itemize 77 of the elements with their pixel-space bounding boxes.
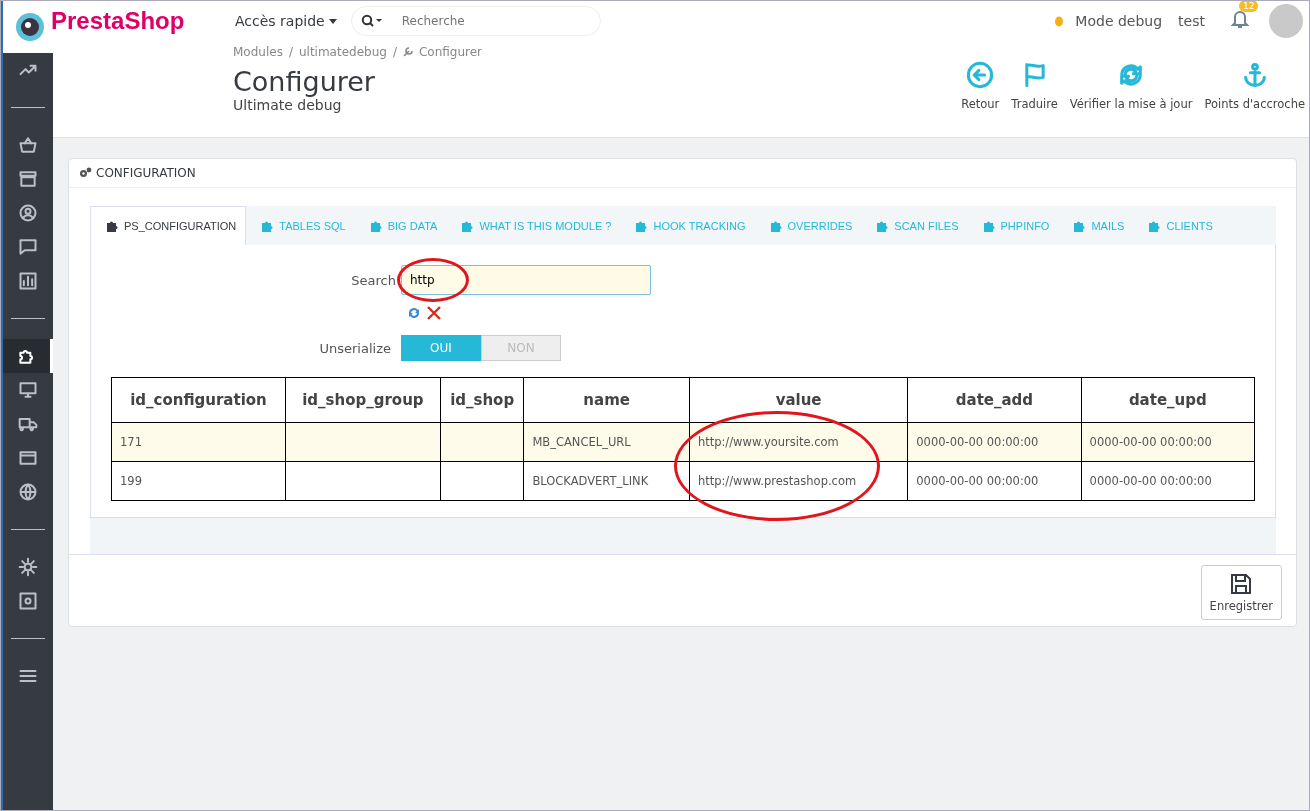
puzzle-icon bbox=[461, 219, 475, 232]
back-arrow-icon bbox=[966, 61, 995, 89]
tab[interactable]: PS_CONFIGURATION bbox=[90, 206, 247, 245]
page-title: Configurer bbox=[233, 67, 376, 97]
tab[interactable]: WHAT IS THIS MODULE ? bbox=[446, 206, 621, 245]
puzzle-icon bbox=[106, 220, 119, 232]
page-subtitle: Ultimate debug bbox=[233, 96, 342, 113]
globe-icon bbox=[18, 482, 38, 502]
table-cell: 0000-00-00 00:00:00 bbox=[916, 435, 1039, 449]
quick-access-menu[interactable]: Accès rapide bbox=[231, 13, 341, 29]
search-input[interactable]: http bbox=[401, 265, 651, 295]
table-cell: 0000-00-00 00:00:00 bbox=[1089, 474, 1212, 488]
breadcrumb-separator: / bbox=[392, 45, 397, 59]
chat-icon bbox=[18, 237, 38, 257]
column-header: date_add bbox=[907, 377, 1082, 423]
table-cell: BLOCKADVERT_LINK bbox=[532, 474, 649, 488]
puzzle-icon bbox=[261, 219, 275, 232]
wrench-icon bbox=[402, 47, 413, 57]
bell-icon[interactable] bbox=[1231, 9, 1249, 29]
breadcrumb-link[interactable]: Modules bbox=[233, 45, 283, 59]
monitor-icon bbox=[18, 380, 38, 400]
toolbar-button[interactable]: Traduire bbox=[1007, 61, 1062, 111]
breadcrumb-link[interactable]: ultimatedebug bbox=[298, 45, 387, 59]
tab[interactable]: HOOK TRACKING bbox=[620, 206, 755, 245]
breadcrumb-link[interactable]: Configurer bbox=[418, 45, 483, 59]
table-cell: http://www.yoursite.com bbox=[697, 435, 839, 449]
column-header: date_upd bbox=[1081, 377, 1255, 423]
notification-count: 12 bbox=[1239, 1, 1259, 12]
debug-mode-label[interactable]: Mode debug bbox=[1075, 13, 1163, 29]
puzzle-icon bbox=[769, 219, 783, 232]
store-icon bbox=[18, 169, 38, 189]
unserialize-label: Unserialize bbox=[318, 340, 392, 356]
search-icon[interactable] bbox=[360, 14, 383, 28]
puzzle-icon bbox=[1148, 219, 1162, 232]
toolbar-button[interactable]: Retour bbox=[957, 61, 1004, 111]
table-cell: http://www.prestashop.com bbox=[697, 474, 857, 488]
tab[interactable]: OVERRIDES bbox=[754, 206, 862, 245]
table-cell: 0000-00-00 00:00:00 bbox=[1089, 435, 1212, 449]
toolbar-button[interactable]: Vérifier la mise à jour bbox=[1065, 61, 1197, 111]
puzzle-icon bbox=[635, 219, 649, 232]
tab[interactable]: MAILS bbox=[1058, 206, 1134, 245]
panel-title: CONFIGURATION bbox=[96, 166, 196, 180]
puzzle-icon bbox=[369, 219, 383, 232]
search-label: Search bbox=[350, 272, 397, 288]
save-button[interactable]: Enregistrer bbox=[1200, 565, 1282, 620]
tab[interactable]: SCAN FILES bbox=[861, 206, 968, 245]
tab[interactable]: CLIENTS bbox=[1133, 206, 1222, 245]
table-cell: 0000-00-00 00:00:00 bbox=[916, 474, 1039, 488]
column-header: id_shop_group bbox=[285, 377, 441, 423]
user-icon bbox=[18, 203, 38, 223]
caret-icon bbox=[328, 18, 337, 24]
tab[interactable]: TABLES SQL bbox=[246, 206, 355, 245]
switch-option[interactable]: OUI bbox=[401, 335, 481, 361]
brand-logo-text[interactable]: PrestaShop bbox=[51, 7, 221, 35]
puzzle-icon bbox=[982, 219, 996, 232]
chart-icon bbox=[18, 271, 38, 291]
puzzle-icon bbox=[876, 219, 890, 232]
puzzle-icon bbox=[1073, 219, 1087, 232]
search-field[interactable]: Recherche bbox=[350, 6, 601, 36]
tab[interactable]: PHPINFO bbox=[967, 206, 1059, 245]
tab[interactable]: BIG DATA bbox=[354, 206, 447, 245]
breadcrumb-separator: / bbox=[288, 45, 293, 59]
card-icon bbox=[18, 448, 38, 468]
column-header: id_shop bbox=[440, 377, 524, 423]
table-cell: MB_CANCEL_URL bbox=[532, 435, 631, 449]
basket-icon bbox=[18, 135, 38, 155]
column-header: value bbox=[689, 377, 908, 423]
gears-icon bbox=[79, 167, 92, 179]
close-icon[interactable] bbox=[426, 305, 442, 321]
table-cell: 171 bbox=[120, 435, 142, 449]
shop-name-link[interactable]: test bbox=[1178, 13, 1205, 29]
toolbar-button[interactable]: Points d'accroche bbox=[1200, 61, 1309, 111]
column-header: id_configuration bbox=[111, 377, 286, 423]
refresh-icon[interactable] bbox=[406, 305, 422, 321]
sidebar-item[interactable] bbox=[3, 339, 53, 373]
column-header: name bbox=[523, 377, 690, 423]
table-cell: 199 bbox=[120, 474, 142, 488]
